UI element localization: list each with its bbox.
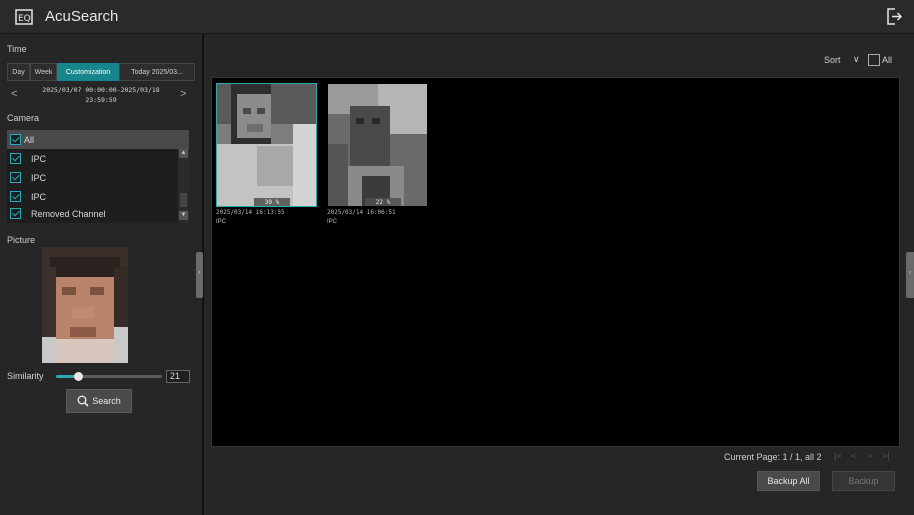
prev-range-button[interactable]: < [11, 88, 17, 100]
checkbox[interactable] [10, 208, 21, 219]
slider-knob[interactable] [74, 372, 84, 381]
result-thumbnail[interactable]: 30 % [216, 83, 317, 207]
page-info: Current Page: 1 / 1, all 2 [724, 452, 822, 462]
result-card[interactable]: 22 % 2025/03/14 16:06:51 IPC [327, 83, 428, 225]
face-search-icon: EQ [15, 9, 33, 25]
checkbox[interactable] [10, 153, 21, 164]
chevron-left-icon: ‹ [909, 270, 911, 276]
first-page-icon[interactable]: |< [834, 451, 842, 461]
select-all-label: All [882, 55, 893, 65]
camera-item-label: Removed Channel [31, 208, 106, 219]
tab-week[interactable]: Week [30, 63, 57, 81]
camera-item-label: All [24, 134, 35, 145]
similarity-label: Similarity [7, 371, 44, 381]
camera-label: Camera [7, 113, 40, 123]
chevron-left-icon: ‹ [198, 270, 201, 276]
results-grid: 30 % 2025/03/14 16:13:55 IPC 22 % 2025/0… [211, 77, 900, 447]
exit-icon[interactable] [886, 8, 902, 25]
similarity-control: Similarity 21 [7, 369, 197, 383]
search-button[interactable]: Search [66, 389, 132, 413]
range-start: 2025/03/07 00:00:00-2025/03/18 [42, 86, 160, 94]
scroll-down-icon[interactable]: ▼ [179, 211, 188, 220]
select-all-checkbox[interactable] [868, 54, 880, 66]
backup-all-button[interactable]: Backup All [757, 471, 820, 491]
collapse-right-panel-button[interactable]: ‹ [906, 252, 914, 298]
camera-list: All IPC IPC IPC Removed Channel ▲ ▼ [7, 130, 189, 223]
next-page-icon[interactable]: > [867, 451, 872, 461]
camera-scrollbar[interactable]: ▲ ▼ [178, 149, 189, 223]
reference-face-image [42, 247, 128, 363]
tab-customization[interactable]: Customization [57, 63, 119, 81]
tab-today[interactable]: Today 2025/03... [119, 63, 195, 81]
time-tabs: Day Week Customization Today 2025/03... [7, 63, 195, 81]
similarity-badge: 22 % [365, 198, 401, 206]
title-bar: EQ AcuSearch [0, 0, 914, 34]
scroll-up-icon[interactable]: ▲ [179, 149, 188, 158]
scroll-thumb[interactable] [180, 193, 187, 207]
camera-item-label: IPC [31, 153, 47, 164]
app-title: AcuSearch [45, 8, 119, 25]
left-panel: Time Day Week Customization Today 2025/0… [0, 34, 202, 515]
search-icon [77, 395, 89, 407]
similarity-input[interactable]: 21 [166, 370, 190, 383]
picture-label: Picture [7, 235, 36, 245]
checkbox[interactable] [10, 191, 21, 202]
results-panel: Sort ∨ All 30 % 2025/03/14 16:13:55 IPC … [204, 34, 914, 515]
similarity-slider[interactable] [56, 372, 162, 381]
sort-label: Sort [824, 55, 841, 65]
result-camera: IPC [216, 219, 227, 225]
result-camera: IPC [327, 219, 338, 225]
prev-page-icon[interactable]: < [851, 451, 856, 461]
last-page-icon[interactable]: >| [882, 451, 890, 461]
search-button-label: Search [92, 396, 121, 406]
sort-control: Sort ∨ All [824, 54, 914, 68]
camera-item[interactable]: IPC [7, 168, 177, 187]
result-time: 2025/03/14 16:06:51 [327, 209, 396, 216]
backup-button[interactable]: Backup [832, 471, 895, 491]
range-end: 23:59:59 [85, 96, 117, 104]
svg-text:EQ: EQ [18, 14, 31, 24]
camera-item-label: IPC [31, 172, 47, 183]
camera-item-label: IPC [31, 191, 47, 202]
checkbox[interactable] [10, 172, 21, 183]
camera-item-removed[interactable]: Removed Channel [7, 204, 177, 223]
result-time: 2025/03/14 16:13:55 [216, 209, 285, 216]
camera-item-all[interactable]: All [7, 130, 189, 149]
collapse-left-panel-button[interactable]: ‹ [196, 252, 203, 298]
result-thumbnail[interactable]: 22 % [327, 83, 428, 207]
similarity-badge: 30 % [254, 198, 290, 206]
chevron-down-icon[interactable]: ∨ [853, 54, 860, 65]
camera-item[interactable]: IPC [7, 149, 177, 168]
result-card[interactable]: 30 % 2025/03/14 16:13:55 IPC [216, 83, 317, 225]
time-label: Time [7, 44, 27, 54]
checkbox[interactable] [10, 134, 21, 145]
tab-day[interactable]: Day [7, 63, 30, 81]
next-range-button[interactable]: > [180, 88, 186, 100]
date-range: < 2025/03/07 00:00:00-2025/03/18 23:59:5… [7, 85, 195, 107]
